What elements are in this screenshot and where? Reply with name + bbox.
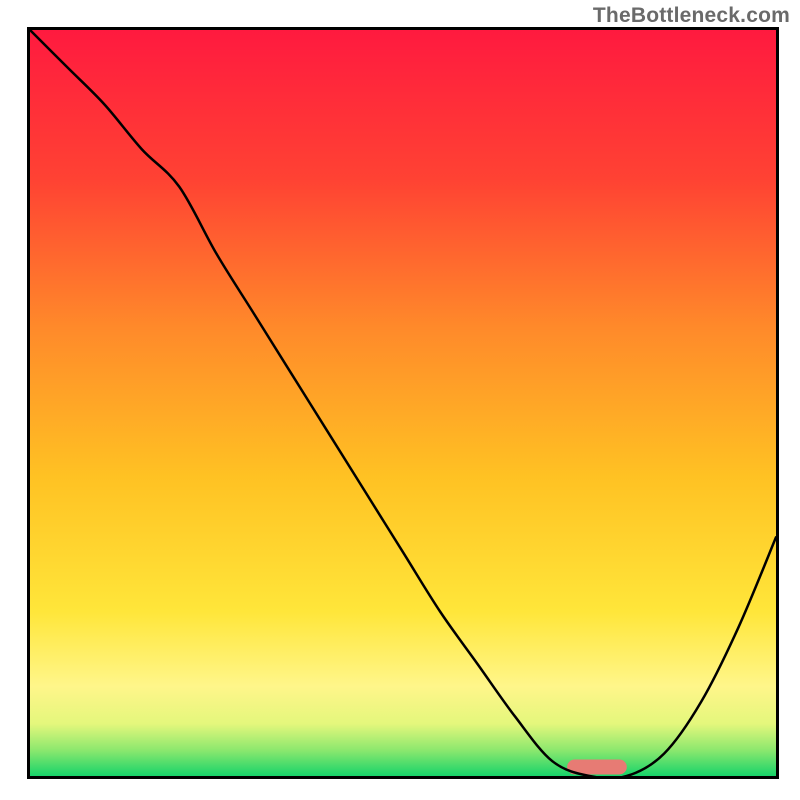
chart-svg [30, 30, 776, 776]
chart-container: TheBottleneck.com [0, 0, 800, 800]
gradient-background [30, 30, 776, 776]
watermark-text: TheBottleneck.com [593, 4, 790, 28]
plot-area [30, 30, 776, 776]
plot-frame [27, 27, 779, 779]
